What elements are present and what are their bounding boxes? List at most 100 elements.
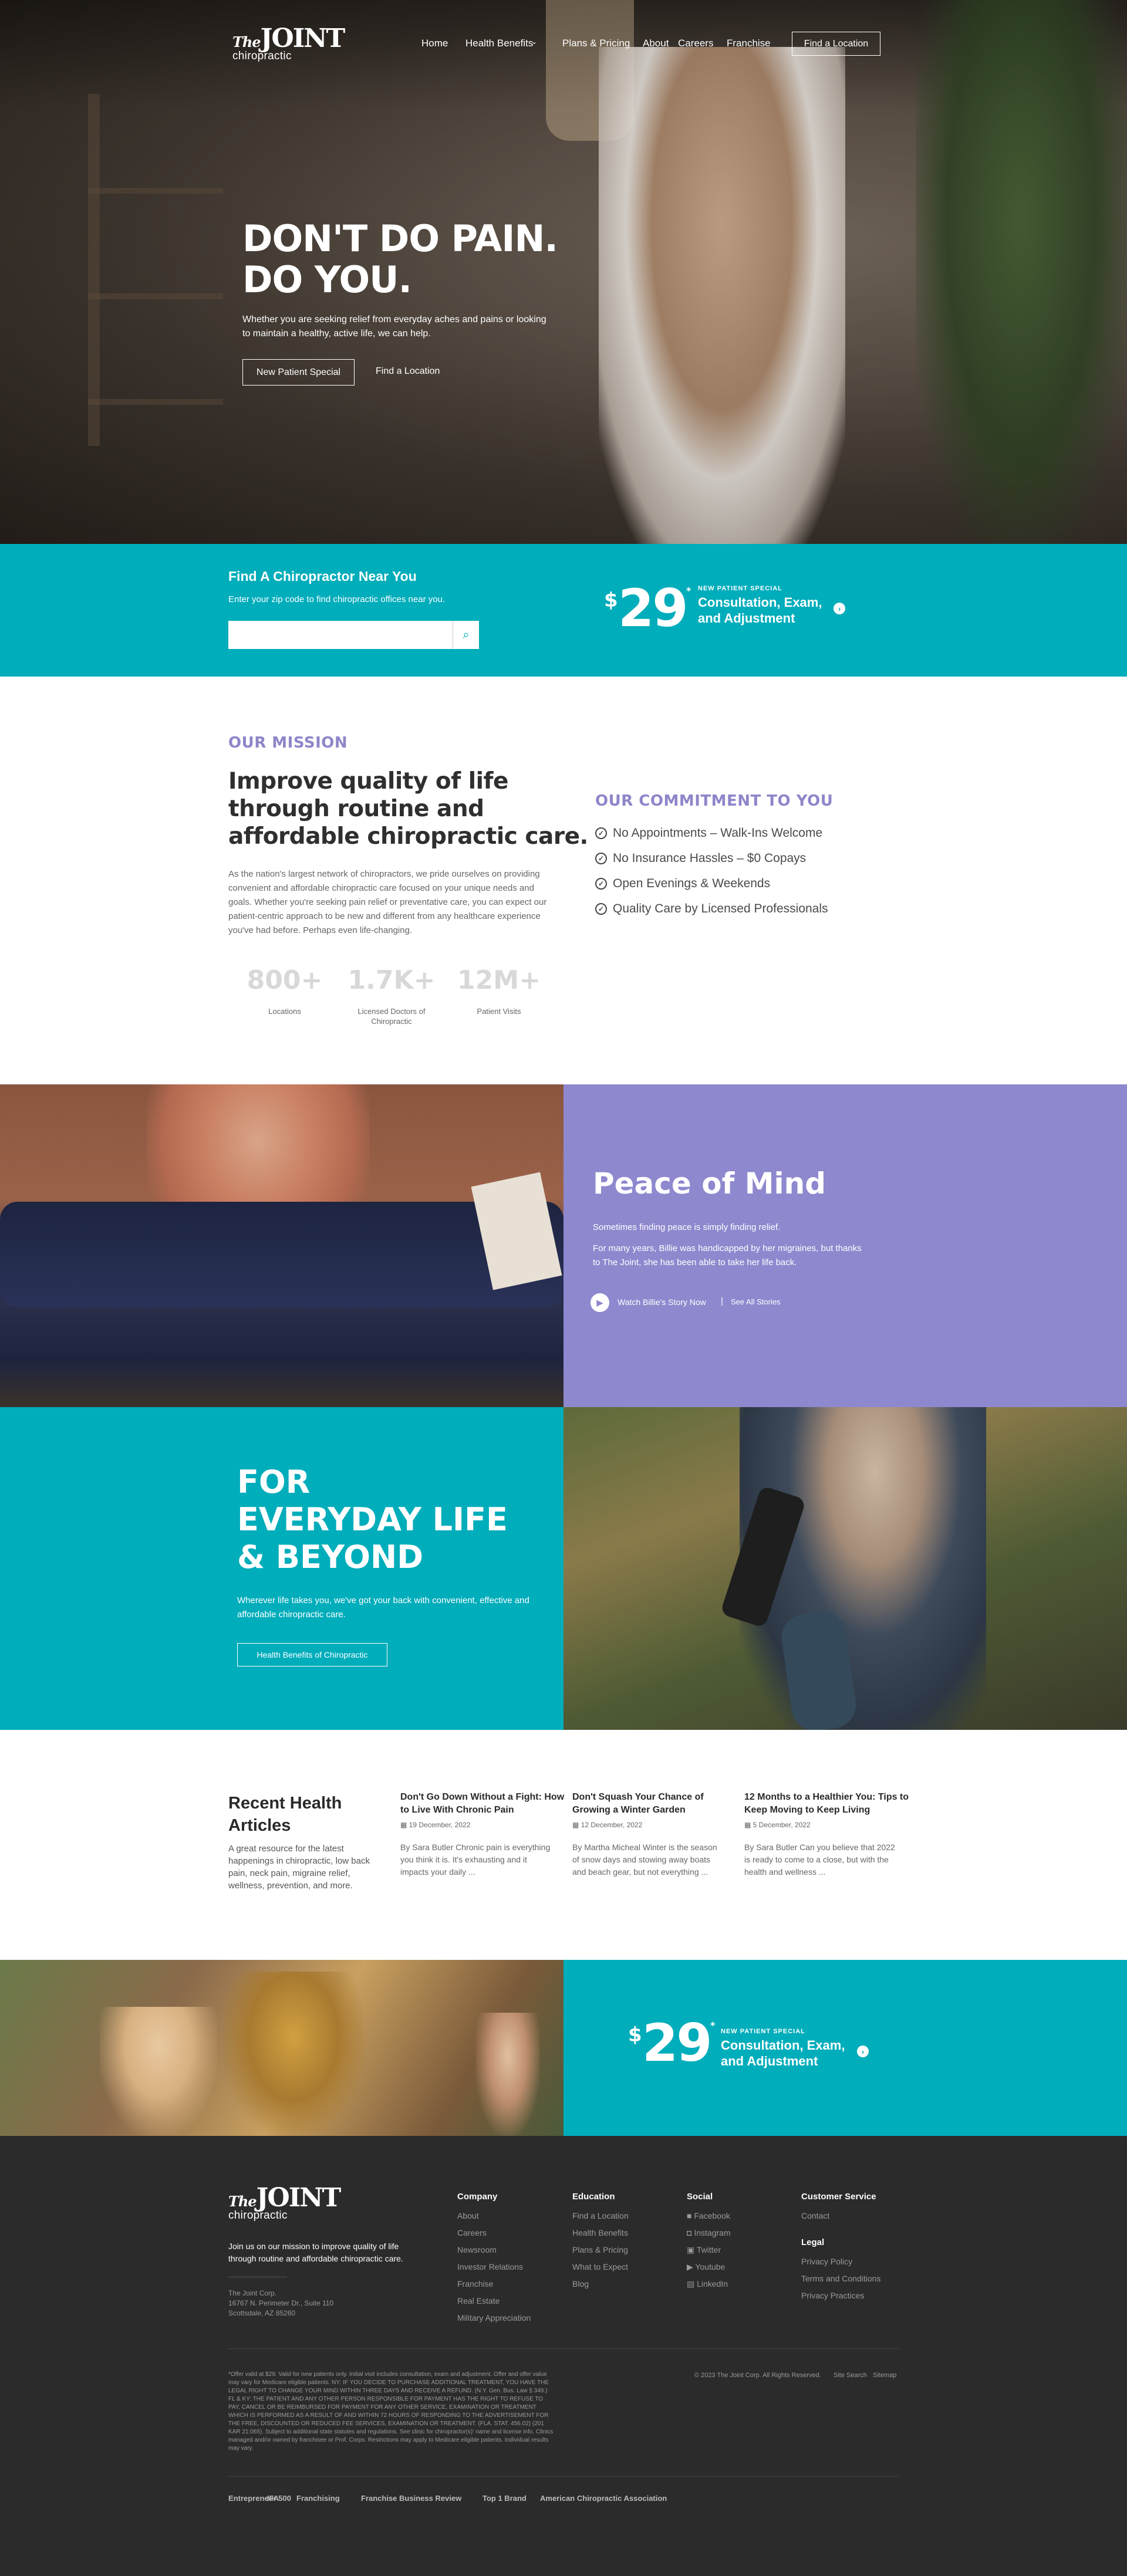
footer-social-instagram[interactable]: ◘ Instagram <box>687 2228 731 2237</box>
social-label: Youtube <box>695 2262 726 2271</box>
footer-link[interactable]: What to Expect <box>572 2262 628 2271</box>
articles-section: Recent Health Articles A great resource … <box>0 1730 1127 1960</box>
mission-headline-line-3: affordable chiropractic care. <box>228 823 588 850</box>
footer-link[interactable]: Blog <box>572 2279 589 2288</box>
hero-subtext: Whether you are seeking relief from ever… <box>242 315 546 339</box>
find-location-nav-button[interactable]: Find a Location <box>792 32 880 56</box>
association-logo: Entrepreneur 500 <box>228 2494 291 2503</box>
footer-address: The Joint Corp. 16767 N. Perimeter Dr., … <box>228 2288 333 2318</box>
site-footer: TheJOINT chiropractic Join us on our mis… <box>0 2136 1127 2576</box>
nav-careers[interactable]: Careers <box>678 38 713 49</box>
hero-photo-shelf <box>88 94 100 446</box>
hero-headline-line-2: DO YOU. <box>242 258 412 301</box>
commitment-eyebrow: OUR COMMITMENT TO YOU <box>595 792 834 810</box>
articles-heading: Recent Health Articles <box>228 1792 342 1837</box>
price-dollar: $ <box>628 2023 642 2047</box>
zip-code-input[interactable] <box>228 621 453 649</box>
health-benefits-button[interactable]: Health Benefits of Chiropractic <box>237 1643 387 1666</box>
footer-social-facebook[interactable]: ■ Facebook <box>687 2211 730 2220</box>
association-logo: Franchise Business Review <box>361 2494 462 2503</box>
association-logo: American Chiropractic Association <box>540 2494 667 2503</box>
footer-link[interactable]: Plans & Pricing <box>572 2245 628 2254</box>
commitment-item: ✓ No Appointments – Walk-Ins Welcome <box>595 826 822 840</box>
stat-visits-value: 12M+ <box>457 965 541 995</box>
footer-link[interactable]: Find a Location <box>572 2211 629 2220</box>
sitemap-link[interactable]: Sitemap <box>873 2371 896 2381</box>
peace-of-mind-photo <box>0 1084 564 1407</box>
articles-intro: A great resource for the latest happenin… <box>228 1844 370 1891</box>
brand-logo[interactable]: TheJOINT chiropractic <box>232 23 346 63</box>
arrow-right-icon[interactable]: › <box>857 2046 869 2057</box>
hero-section: TheJOINT chiropractic Home Health Benefi… <box>0 0 1127 544</box>
everyday-title-line-3: & BEYOND <box>237 1539 424 1576</box>
logo-joint-text: JOINT <box>260 23 346 53</box>
footer-social-youtube[interactable]: ▶ Youtube <box>687 2262 725 2272</box>
footer-link[interactable]: About <box>457 2211 479 2220</box>
nav-about[interactable]: About <box>643 38 669 49</box>
commitment-item-label: No Insurance Hassles – $0 Copays <box>613 851 807 865</box>
footer-link[interactable]: Careers <box>457 2228 487 2237</box>
nav-home[interactable]: Home <box>421 38 448 49</box>
footer-heading-company: Company <box>457 2192 498 2202</box>
footer-link[interactable]: Real Estate <box>457 2296 500 2305</box>
commitment-item: ✓ No Insurance Hassles – $0 Copays <box>595 851 806 866</box>
footer-social-linkedin[interactable]: ▤ LinkedIn <box>687 2279 728 2289</box>
commitment-item: ✓ Open Evenings & Weekends <box>595 877 770 891</box>
footer-link[interactable]: Investor Relations <box>457 2262 523 2271</box>
nav-franchise[interactable]: Franchise <box>727 38 771 49</box>
nav-health-benefits[interactable]: Health Benefits <box>465 38 533 49</box>
chevron-down-icon[interactable]: ⌄ <box>531 38 537 46</box>
promo-label: NEW PATIENT SPECIAL <box>721 2028 805 2035</box>
price-asterisk: * <box>686 585 691 596</box>
footer-social-twitter[interactable]: ▣ Twitter <box>687 2245 721 2255</box>
article-date-text: 12 December, 2022 <box>581 1821 643 1829</box>
footer-heading-legal: Legal <box>801 2237 825 2247</box>
footer-link[interactable]: Privacy Policy <box>801 2257 852 2266</box>
new-patient-special-button[interactable]: New Patient Special <box>242 359 355 386</box>
footer-disclaimer: *Offer valid at $29. Valid for new patie… <box>228 2371 554 2452</box>
footer-link[interactable]: Contact <box>801 2211 829 2220</box>
arrow-right-icon[interactable]: › <box>834 603 845 614</box>
footer-divider <box>228 2348 899 2349</box>
footer-copyright: © 2023 The Joint Corp. All Rights Reserv… <box>694 2372 821 2379</box>
hero-find-location-link[interactable]: Find a Location <box>376 366 440 377</box>
play-icon[interactable]: ▶ <box>591 1293 609 1312</box>
mission-headline-line-2: through routine and <box>228 796 484 822</box>
commitment-item: ✓ Quality Care by Licensed Professionals <box>595 902 828 916</box>
article-excerpt: By Sara Butler Can you believe that 2022… <box>744 1843 895 1877</box>
watch-story-link[interactable]: Watch Billie's Story Now <box>618 1297 706 1307</box>
article-title[interactable]: Don't Squash Your Chance of Growing a Wi… <box>572 1791 744 1817</box>
social-label: Facebook <box>694 2211 730 2220</box>
special-title[interactable]: Consultation, Exam, and Adjustment <box>698 594 822 626</box>
commitment-item-label: No Appointments – Walk-Ins Welcome <box>613 826 823 840</box>
all-stories-link[interactable]: See All Stories <box>731 1297 781 1306</box>
calendar-icon: ▦ <box>744 1821 753 1829</box>
footer-link[interactable]: Terms and Conditions <box>801 2274 880 2283</box>
footer-link[interactable]: Franchise <box>457 2279 493 2288</box>
articles-heading-line-1: Recent Health <box>228 1794 342 1813</box>
find-title: Find A Chiropractor Near You <box>228 569 417 584</box>
footer-link[interactable]: Privacy Practices <box>801 2291 864 2300</box>
check-circle-icon: ✓ <box>595 878 607 890</box>
stat-visits-label: Patient Visits <box>477 1007 521 1016</box>
footer-link[interactable]: Newsroom <box>457 2245 497 2254</box>
site-search-link[interactable]: Site Search <box>834 2371 867 2381</box>
footer-link[interactable]: Health Benefits <box>572 2228 628 2237</box>
everyday-title: FOR EVERYDAY LIFE & BEYOND <box>237 1463 508 1576</box>
mission-headline-line-1: Improve quality of life <box>228 768 508 795</box>
article-title[interactable]: Don't Go Down Without a Fight: How to Li… <box>400 1791 572 1817</box>
article-date: ▦ 5 December, 2022 <box>744 1821 811 1829</box>
promo-title[interactable]: Consultation, Exam, and Adjustment <box>721 2037 845 2069</box>
article-title[interactable]: 12 Months to a Healthier You: Tips to Ke… <box>744 1791 916 1817</box>
special-title-line-2: and Adjustment <box>698 611 795 626</box>
footer-link[interactable]: Military Appreciation <box>457 2313 531 2323</box>
price-asterisk: * <box>710 2020 716 2031</box>
article-excerpt: By Sara Butler Chronic pain is everythin… <box>400 1843 551 1877</box>
commitment-item-label: Quality Care by Licensed Professionals <box>613 902 828 915</box>
peace-lead: Sometimes finding peace is simply findin… <box>593 1222 781 1232</box>
stat-locations-value: 800+ <box>247 965 323 995</box>
nav-plans-pricing[interactable]: Plans & Pricing <box>562 38 630 49</box>
everyday-life-photo <box>564 1407 1127 1730</box>
search-icon[interactable]: ⌕ <box>453 621 479 649</box>
footer-logo[interactable]: TheJOINT chiropractic <box>228 2183 341 2222</box>
